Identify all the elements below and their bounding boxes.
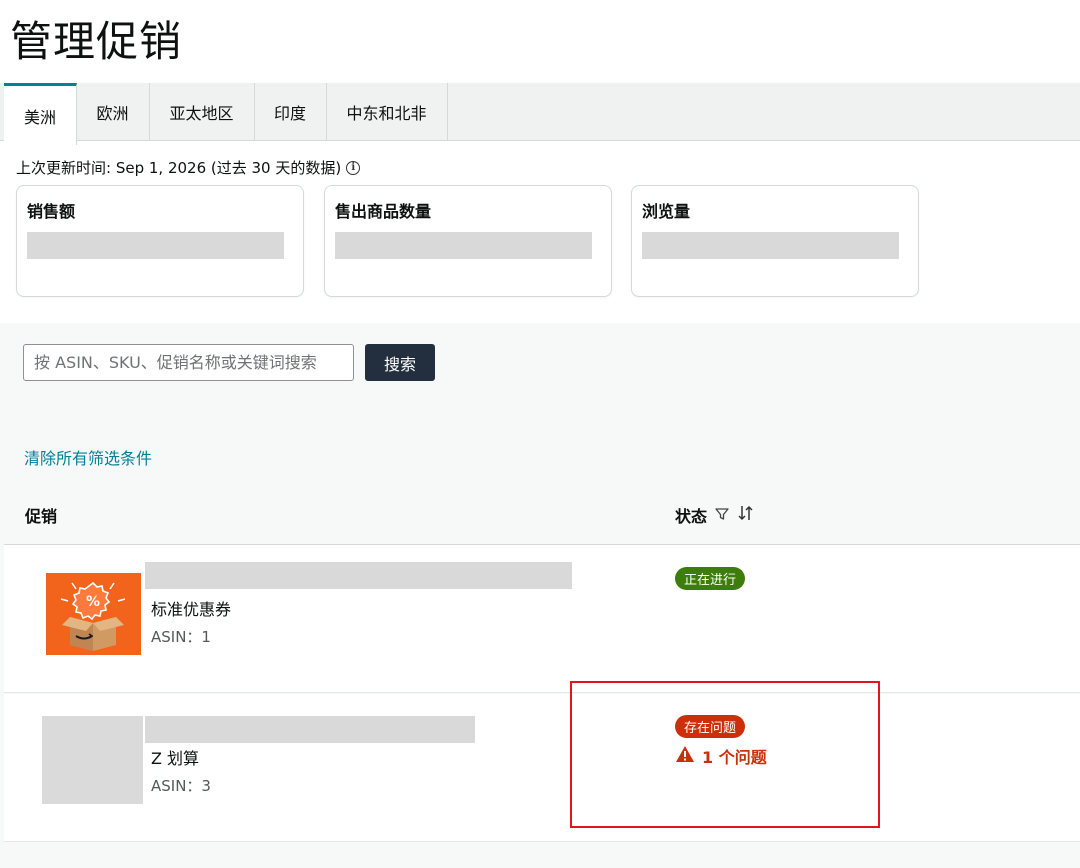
page-title: 管理促销 [10, 17, 183, 66]
tab-mena[interactable]: 中东和北非 [326, 83, 448, 141]
search-input[interactable] [23, 344, 354, 381]
status-badge: 正在进行 [675, 567, 746, 590]
asin-count: ASIN：3 [151, 777, 211, 795]
clear-filters-link[interactable]: 清除所有筛选条件 [24, 445, 152, 469]
asin-count: ASIN：1 [151, 628, 211, 646]
redacted-value [642, 232, 899, 259]
tab-europe[interactable]: 欧洲 [76, 83, 150, 141]
metric-label: 浏览量 [642, 202, 691, 221]
redacted-value [27, 232, 284, 259]
highlight-box [570, 681, 880, 828]
column-header-promotion: 促销 [25, 507, 58, 526]
promotion-type: Z 划算 [151, 749, 200, 768]
redacted-value [335, 232, 592, 259]
svg-text:%: % [86, 594, 100, 610]
sort-icon[interactable] [737, 505, 755, 525]
redacted-promotion-name [145, 716, 475, 743]
last-updated: 上次更新时间: Sep 1, 2026 (过去 30 天的数据) i [16, 157, 361, 179]
status-header-label: 状态 [675, 507, 708, 526]
metric-card-sales: 销售额 [16, 185, 304, 297]
product-thumbnail [42, 716, 143, 804]
region-tabs: 美洲 欧洲 亚太地区 印度 中东和北非 [0, 83, 1080, 145]
metric-card-page-views: 浏览量 [631, 185, 919, 297]
redacted-promotion-name [145, 562, 572, 589]
column-header-status: 状态 [675, 503, 755, 527]
coupon-thumbnail: % [46, 573, 141, 655]
tab-americas[interactable]: 美洲 [4, 83, 77, 145]
metric-card-units-sold: 售出商品数量 [324, 185, 612, 297]
search-button[interactable]: 搜索 [365, 344, 435, 381]
tab-asia-pacific[interactable]: 亚太地区 [149, 83, 255, 141]
last-updated-text: 上次更新时间: Sep 1, 2026 (过去 30 天的数据) [16, 159, 342, 177]
metric-label: 售出商品数量 [335, 202, 432, 221]
filter-icon[interactable] [715, 506, 729, 525]
metric-label: 销售额 [27, 202, 76, 221]
promotion-type: 标准优惠券 [151, 600, 232, 619]
tab-india[interactable]: 印度 [254, 83, 327, 141]
info-icon[interactable]: i [346, 161, 361, 175]
